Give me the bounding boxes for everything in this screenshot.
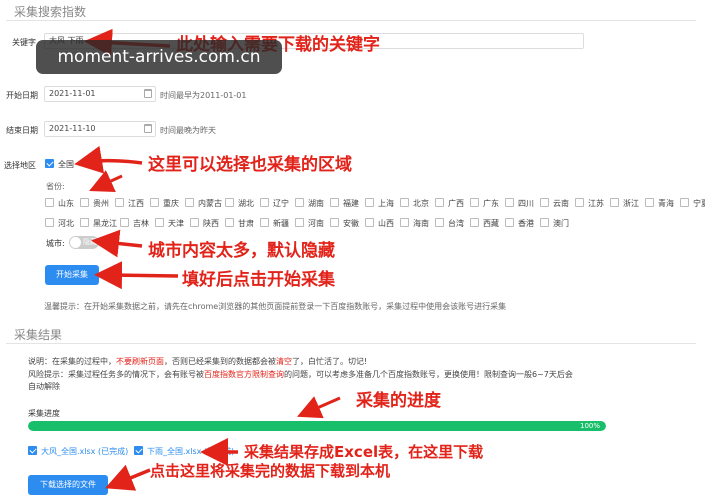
annotation-start: 填好后点击开始采集: [182, 270, 335, 290]
arrow-download: [105, 464, 151, 491]
arrow-city: [91, 229, 143, 258]
annotation-progress: 采集的进度: [356, 391, 441, 411]
annotation-region: 这里可以选择也采集的区域: [148, 155, 352, 175]
annotation-arrows: [74, 28, 341, 491]
arrow-region: [74, 145, 143, 174]
watermark-badge: moment-arrives.com.cn: [36, 40, 282, 74]
annotation-files: 采集结果存成Excel表，在这里下载: [244, 443, 484, 461]
arrow-region-down: [89, 170, 123, 192]
annotation-city: 城市内容太多，默认隐藏: [148, 241, 335, 261]
arrow-progress: [297, 396, 341, 419]
annotation-download: 点击这里将采集完的数据下载到本机: [150, 462, 391, 480]
arrow-start: [94, 261, 179, 290]
